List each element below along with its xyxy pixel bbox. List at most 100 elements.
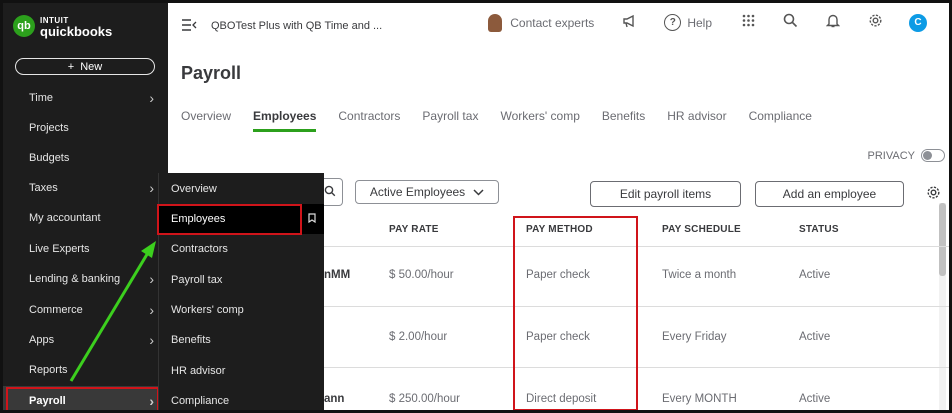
help-button[interactable]: ? Help xyxy=(664,14,712,31)
user-avatar[interactable]: C xyxy=(909,13,927,32)
add-employee-label: Add an employee xyxy=(782,187,877,201)
pay-schedule-cell: Every Friday xyxy=(662,331,727,343)
sidebar-item-budgets[interactable]: Budgets xyxy=(3,143,168,173)
privacy-toggle[interactable] xyxy=(921,149,945,162)
flyout-item-label: Compliance xyxy=(171,395,230,407)
tab-hr-advisor[interactable]: HR advisor xyxy=(667,109,726,132)
help-label: Help xyxy=(687,15,712,30)
add-employee-button[interactable]: Add an employee xyxy=(755,181,904,207)
status-cell: Active xyxy=(799,393,831,405)
flyout-item-hr-advisor[interactable]: HR advisor xyxy=(159,356,324,386)
sidebar-item-projects[interactable]: Projects xyxy=(3,113,168,143)
sidebar-item-label: Time xyxy=(29,92,54,104)
flyout-item-contractors[interactable]: Contractors xyxy=(159,234,324,264)
sidebar-item-label: Commerce xyxy=(29,304,83,316)
privacy-label: PRIVACY xyxy=(867,149,915,162)
payroll-flyout-menu: Overview Employees Contractors Payroll t… xyxy=(157,173,324,410)
sidebar-item-label: Projects xyxy=(29,122,69,134)
chevron-right-icon: › xyxy=(149,302,154,318)
search-icon[interactable] xyxy=(783,13,798,32)
sidebar-item-label: Payroll xyxy=(29,395,66,407)
sidebar-item-label: My accountant xyxy=(29,212,101,224)
pay-rate-cell: $ 250.00/hour xyxy=(389,393,460,405)
privacy-toggle-group: PRIVACY xyxy=(868,149,945,162)
column-header-pay-method[interactable]: PAY METHOD xyxy=(526,224,593,235)
filter-value: Active Employees xyxy=(369,185,466,199)
table-settings-gear-icon[interactable] xyxy=(926,185,941,203)
sidebar-item-payroll[interactable]: Payroll › xyxy=(3,386,168,410)
sidebar-item-taxes[interactable]: Taxes › xyxy=(3,173,168,203)
tab-payroll-tax[interactable]: Payroll tax xyxy=(422,109,478,132)
logo-wordmark: INTUIT quickbooks xyxy=(40,15,113,39)
chevron-right-icon: › xyxy=(149,180,154,196)
flyout-item-label: HR advisor xyxy=(171,365,226,377)
pay-rate-cell: $ 50.00/hour xyxy=(389,269,454,281)
left-sidebar: qb INTUIT quickbooks + New Time › Projec… xyxy=(3,3,168,410)
sidebar-item-reports[interactable]: Reports xyxy=(3,355,168,385)
quickbooks-logo[interactable]: qb INTUIT quickbooks xyxy=(13,15,113,39)
contact-experts-button[interactable]: Contact experts xyxy=(488,13,595,32)
new-button[interactable]: + New xyxy=(15,58,155,75)
flyout-item-label: Payroll tax xyxy=(171,274,223,286)
sidebar-item-label: Lending & banking xyxy=(29,273,121,285)
tab-compliance[interactable]: Compliance xyxy=(749,109,812,132)
sidebar-item-commerce[interactable]: Commerce › xyxy=(3,295,168,325)
flyout-item-compliance[interactable]: Compliance xyxy=(159,386,324,410)
tab-benefits[interactable]: Benefits xyxy=(602,109,645,132)
flyout-item-overview[interactable]: Overview xyxy=(159,174,324,204)
apps-grid-icon[interactable] xyxy=(742,14,755,31)
flyout-item-employees[interactable]: Employees xyxy=(159,204,324,234)
sidebar-item-live-experts[interactable]: Live Experts xyxy=(3,234,168,264)
pay-rate-cell: $ 2.00/hour xyxy=(389,331,448,343)
plus-icon: + xyxy=(67,60,75,73)
sidebar-item-time[interactable]: Time › xyxy=(3,83,168,113)
pay-method-cell: Direct deposit xyxy=(526,393,597,405)
flyout-item-benefits[interactable]: Benefits xyxy=(159,325,324,355)
logo-name: quickbooks xyxy=(40,24,113,39)
pay-schedule-cell: Twice a month xyxy=(662,269,737,281)
edit-payroll-items-label: Edit payroll items xyxy=(619,187,712,201)
column-header-pay-schedule[interactable]: PAY SCHEDULE xyxy=(662,224,741,235)
column-header-status[interactable]: STATUS xyxy=(799,224,839,235)
flyout-item-label: Benefits xyxy=(171,334,211,346)
employee-status-filter[interactable]: Active Employees xyxy=(355,180,499,204)
sidebar-item-label: Reports xyxy=(29,364,68,376)
megaphone-icon[interactable] xyxy=(622,14,638,32)
employee-name[interactable]: ann xyxy=(324,393,344,405)
app-window: QBOTest Plus with QB Time and ... Contac… xyxy=(0,0,952,413)
sidebar-item-apps[interactable]: Apps › xyxy=(3,325,168,355)
menu-collapse-icon[interactable] xyxy=(181,18,197,34)
contact-experts-label: Contact experts xyxy=(510,15,595,30)
gear-icon[interactable] xyxy=(868,13,883,32)
sidebar-item-lending-banking[interactable]: Lending & banking › xyxy=(3,264,168,294)
edit-payroll-items-button[interactable]: Edit payroll items xyxy=(590,181,741,207)
help-icon: ? xyxy=(664,14,682,31)
chevron-right-icon: › xyxy=(149,90,154,106)
flyout-item-label: Overview xyxy=(171,183,217,195)
expert-avatar-icon xyxy=(488,13,503,32)
column-header-pay-rate[interactable]: PAY RATE xyxy=(389,224,439,235)
tab-overview[interactable]: Overview xyxy=(181,109,231,132)
new-button-label: New xyxy=(80,60,103,73)
tab-contractors[interactable]: Contractors xyxy=(338,109,400,132)
tab-workers-comp[interactable]: Workers' comp xyxy=(500,109,579,132)
sidebar-item-label: Taxes xyxy=(29,182,58,194)
flyout-item-workers-comp[interactable]: Workers' comp xyxy=(159,295,324,325)
pay-method-cell: Paper check xyxy=(526,331,590,343)
sidebar-item-label: Apps xyxy=(29,334,55,346)
sidebar-item-my-accountant[interactable]: My accountant xyxy=(3,203,168,233)
table-scrollbar[interactable] xyxy=(939,203,946,410)
flyout-item-payroll-tax[interactable]: Payroll tax xyxy=(159,265,324,295)
employee-name[interactable]: nMM xyxy=(324,269,350,281)
chevron-down-icon xyxy=(473,185,484,199)
flyout-item-label: Workers' comp xyxy=(171,304,244,316)
company-name[interactable]: QBOTest Plus with QB Time and ... xyxy=(211,20,382,32)
bookmark-icon[interactable] xyxy=(308,212,316,226)
quickbooks-badge-icon: qb xyxy=(13,15,35,37)
tab-employees[interactable]: Employees xyxy=(253,109,317,132)
table-scrollbar-thumb[interactable] xyxy=(939,203,946,276)
status-cell: Active xyxy=(799,269,831,281)
bell-icon[interactable] xyxy=(825,13,841,32)
pay-schedule-cell: Every MONTH xyxy=(662,393,737,405)
payroll-tabs: Overview Employees Contractors Payroll t… xyxy=(181,109,834,132)
